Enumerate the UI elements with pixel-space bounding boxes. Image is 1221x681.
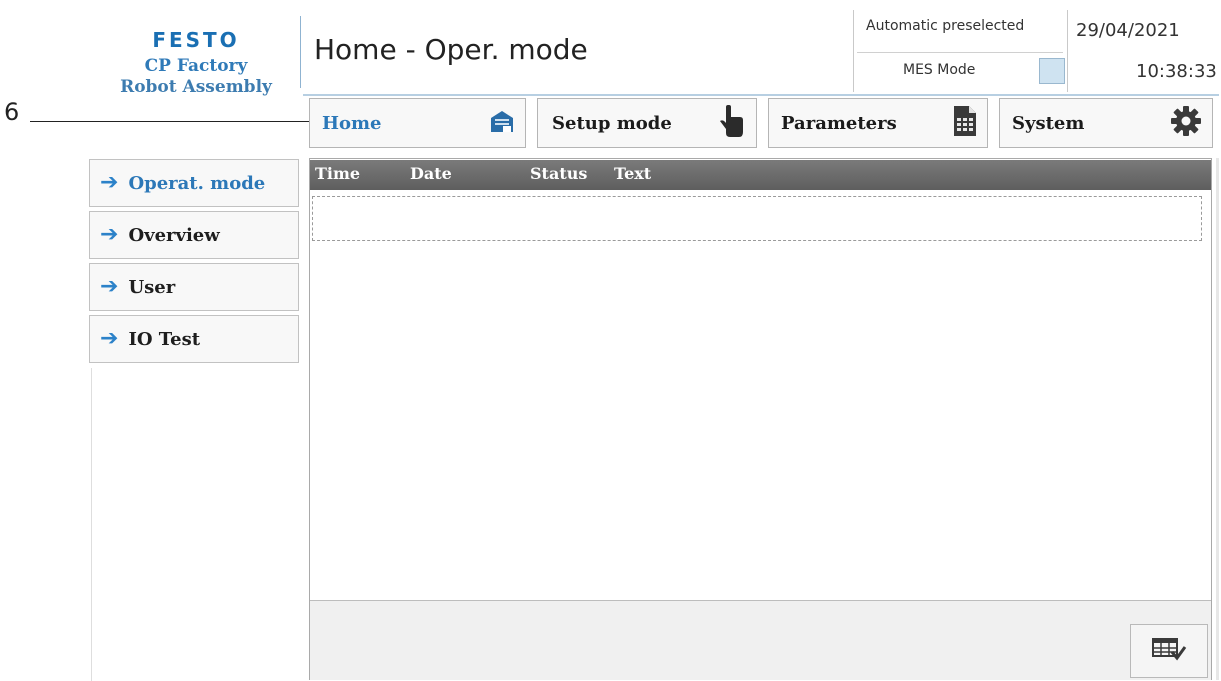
tab-setup-label: Setup mode xyxy=(552,112,672,134)
sidebar-item-operat-mode[interactable]: ➔ Operat. mode xyxy=(89,159,299,207)
arrow-right-icon: ➔ xyxy=(100,170,119,195)
document-table-icon xyxy=(953,105,977,141)
header-divider xyxy=(300,16,301,88)
message-row-empty[interactable] xyxy=(312,196,1202,241)
hand-pointer-icon xyxy=(718,103,746,143)
tab-home-label: Home xyxy=(322,112,382,134)
tab-setup-mode[interactable]: Setup mode xyxy=(537,98,757,148)
header-underline xyxy=(303,94,1219,96)
home-building-icon xyxy=(489,108,515,138)
table-check-icon xyxy=(1151,636,1187,666)
column-header-status: Status xyxy=(530,164,588,183)
station-line1: CP Factory xyxy=(144,56,248,76)
status-separator xyxy=(857,52,1063,53)
scroll-edge xyxy=(1216,158,1219,680)
arrow-right-icon: ➔ xyxy=(100,274,119,299)
current-date: 29/04/2021 xyxy=(1076,20,1180,41)
status-automatic: Automatic preselected xyxy=(866,18,1025,34)
sidebar-item-label: Overview xyxy=(128,224,220,246)
sidebar-item-label: Operat. mode xyxy=(128,172,266,194)
arrow-right-icon: ➔ xyxy=(100,326,119,351)
tab-home[interactable]: Home xyxy=(309,98,526,148)
column-header-date: Date xyxy=(410,164,452,183)
sidebar-item-user[interactable]: ➔ User xyxy=(89,263,299,311)
acknowledge-list-button[interactable] xyxy=(1130,624,1208,678)
callout-number: 6 xyxy=(4,98,20,126)
status-mes-label: MES Mode xyxy=(903,62,976,78)
column-header-text: Text xyxy=(614,164,652,183)
sidebar-item-io-test[interactable]: ➔ IO Test xyxy=(89,315,299,363)
tab-parameters-label: Parameters xyxy=(781,112,897,134)
sidebar-item-overview[interactable]: ➔ Overview xyxy=(89,211,299,259)
brand-logo: FESTO xyxy=(152,28,240,52)
message-list-footer xyxy=(310,601,1211,680)
mes-mode-indicator xyxy=(1039,58,1065,84)
gear-icon xyxy=(1170,105,1202,141)
logo-block: FESTO CP Factory Robot Assembly xyxy=(96,28,296,97)
tab-system[interactable]: System xyxy=(999,98,1213,148)
callout-line xyxy=(30,121,312,122)
tab-system-label: System xyxy=(1012,112,1085,134)
tab-parameters[interactable]: Parameters xyxy=(768,98,988,148)
sidebar-item-label: User xyxy=(128,276,176,298)
arrow-right-icon: ➔ xyxy=(100,222,119,247)
sidebar-item-label: IO Test xyxy=(128,328,201,350)
station-line2: Robot Assembly xyxy=(120,77,272,97)
page-title: Home - Oper. mode xyxy=(314,33,588,66)
left-panel-divider xyxy=(91,368,92,681)
column-header-time: Time xyxy=(315,164,361,183)
current-time: 10:38:33 xyxy=(1136,61,1217,82)
